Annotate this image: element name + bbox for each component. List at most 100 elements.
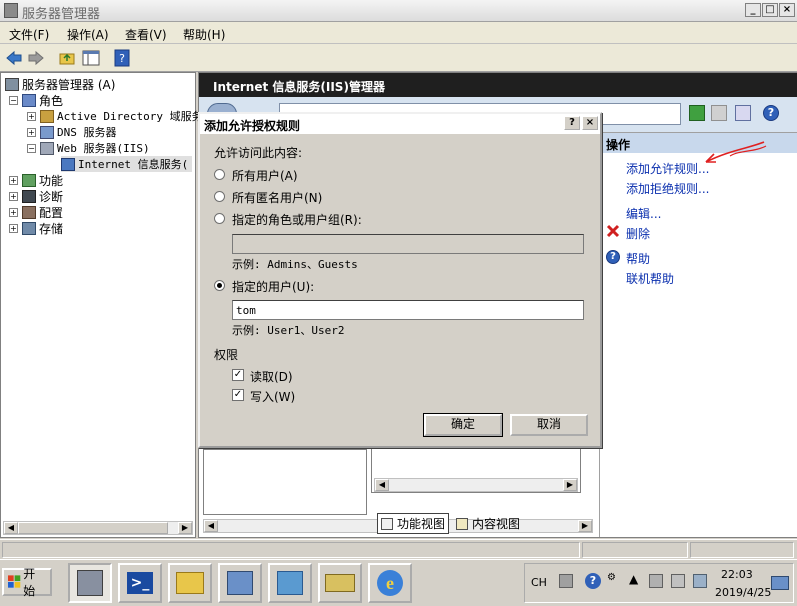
flag-icon[interactable] xyxy=(671,574,685,588)
taskbar-control-panel[interactable] xyxy=(268,563,312,603)
expand-icon[interactable]: + xyxy=(9,175,18,185)
menu-help[interactable]: 帮助(H) xyxy=(183,26,225,43)
start-label: 开始 xyxy=(23,567,36,598)
tree-item-storage[interactable]: + 存储 xyxy=(9,220,63,236)
radio-roles-groups[interactable] xyxy=(214,213,225,224)
radio-anonymous-users[interactable] xyxy=(214,191,225,202)
show-desktop-icon[interactable] xyxy=(771,576,789,590)
expand-icon[interactable]: + xyxy=(9,223,18,233)
folder-icon xyxy=(176,572,204,594)
close-button[interactable]: × xyxy=(779,3,795,17)
refresh-icon[interactable] xyxy=(689,105,705,121)
help-link[interactable]: 帮助 xyxy=(626,250,650,267)
read-checkbox[interactable]: ✓ xyxy=(232,369,244,381)
clock-time[interactable]: 22:03 xyxy=(721,568,753,581)
server-manager-icon xyxy=(77,570,103,596)
maximize-button[interactable]: □ xyxy=(762,3,778,17)
taskbar-ie[interactable]: e xyxy=(368,563,412,603)
menu-file[interactable]: 文件(F) xyxy=(9,26,49,43)
menu-action[interactable]: 操作(A) xyxy=(67,26,109,43)
radio-all-users[interactable] xyxy=(214,169,225,180)
back-arrow-icon[interactable] xyxy=(5,49,23,67)
tab-content-view[interactable]: 内容视图 xyxy=(453,514,523,533)
collapse-icon[interactable]: − xyxy=(9,95,18,105)
scroll-left-arrow-icon[interactable]: ◀ xyxy=(4,522,18,534)
tree-item-ad-ds[interactable]: + Active Directory 域服务 xyxy=(27,108,203,124)
delete-link[interactable]: 删除 xyxy=(626,225,650,242)
help-dropdown-icon[interactable]: ? xyxy=(763,105,779,121)
tree-item-web-server[interactable]: − Web 服务器(IIS) xyxy=(27,140,150,156)
expand-icon[interactable]: + xyxy=(27,111,36,121)
online-help-link[interactable]: 联机帮助 xyxy=(626,270,674,287)
network-tray-icon[interactable] xyxy=(693,574,707,588)
books-icon xyxy=(325,574,355,592)
content-horizontal-scrollbar[interactable]: ◀ ▶ xyxy=(374,478,578,492)
server-manager-icon xyxy=(5,77,19,91)
tree-item-dns[interactable]: + DNS 服务器 xyxy=(27,124,117,140)
expand-icon[interactable]: + xyxy=(9,191,18,201)
expand-tray-icon[interactable]: ▲ xyxy=(629,572,638,586)
tray-options-icon[interactable]: ⚙ xyxy=(607,572,616,583)
permissions-label: 权限 xyxy=(214,348,239,362)
taskbar-network[interactable] xyxy=(218,563,262,603)
help-tray-icon[interactable]: ? xyxy=(585,573,601,589)
tree-label: Web 服务器(IIS) xyxy=(57,142,150,155)
menu-view[interactable]: 查看(V) xyxy=(125,26,167,43)
read-label: 读取(D) xyxy=(250,370,293,384)
roles-input[interactable] xyxy=(232,234,584,254)
taskbar-explorer[interactable] xyxy=(168,563,212,603)
tree-item-configuration[interactable]: + 配置 xyxy=(9,204,63,220)
taskbar-server-manager[interactable] xyxy=(68,563,112,603)
server-manager-app-icon xyxy=(4,3,18,18)
add-deny-rule-link[interactable]: 添加拒绝规则... xyxy=(626,180,709,197)
tab-feature-view[interactable]: 功能视图 xyxy=(377,513,450,534)
scroll-right-arrow-icon[interactable]: ▶ xyxy=(578,520,592,532)
taskbar: 开始 >_ e CH ? ⚙ ▲ 22:03 2019/4/25 xyxy=(0,559,797,606)
up-folder-icon[interactable] xyxy=(58,49,76,67)
home-icon[interactable] xyxy=(735,105,751,121)
tree-item-features[interactable]: + 功能 xyxy=(9,172,63,188)
tree-item-roles[interactable]: − 角色 xyxy=(9,92,63,108)
scroll-thumb[interactable] xyxy=(18,522,168,534)
scroll-right-arrow-icon[interactable]: ▶ xyxy=(178,522,192,534)
forward-arrow-icon[interactable] xyxy=(27,49,45,67)
minimize-button[interactable]: _ xyxy=(745,3,761,17)
taskbar-books[interactable] xyxy=(318,563,362,603)
dialog-help-button[interactable]: ? xyxy=(564,116,580,130)
dialog-close-button[interactable]: × xyxy=(582,116,598,130)
status-cell-main xyxy=(2,542,580,558)
expand-icon[interactable]: + xyxy=(9,207,18,217)
stop-icon[interactable] xyxy=(711,105,727,121)
feature-view-icon xyxy=(381,517,393,530)
cancel-button[interactable]: 取消 xyxy=(510,414,588,436)
users-input[interactable]: tom xyxy=(232,300,584,320)
write-checkbox[interactable]: ✓ xyxy=(232,389,244,401)
language-indicator[interactable]: CH xyxy=(531,576,547,589)
ok-button[interactable]: 确定 xyxy=(423,413,503,437)
show-hide-tree-icon[interactable] xyxy=(82,49,100,67)
volume-muted-icon[interactable] xyxy=(649,574,663,588)
dialog-title: 添加允许授权规则 xyxy=(200,114,600,134)
scroll-right-arrow-icon[interactable]: ▶ xyxy=(563,479,577,491)
clock-date[interactable]: 2019/4/25 xyxy=(715,586,771,599)
taskbar-powershell[interactable]: >_ xyxy=(118,563,162,603)
help-book-icon[interactable]: ? xyxy=(113,49,131,67)
collapse-icon[interactable]: − xyxy=(27,143,36,153)
tree-label: DNS 服务器 xyxy=(57,126,117,139)
network-icon xyxy=(227,571,253,595)
scroll-left-arrow-icon[interactable]: ◀ xyxy=(204,520,218,532)
scroll-left-arrow-icon[interactable]: ◀ xyxy=(375,479,389,491)
storage-icon xyxy=(22,221,36,235)
tree-horizontal-scrollbar[interactable]: ◀ ▶ xyxy=(3,521,193,535)
tree-item-server-manager[interactable]: 服务器管理器 (A) xyxy=(5,76,115,92)
expand-icon[interactable]: + xyxy=(27,127,36,137)
tree-label: 存储 xyxy=(39,221,64,236)
tree-item-iis[interactable]: Internet 信息服务( xyxy=(61,156,193,172)
write-label: 写入(W) xyxy=(250,390,296,404)
edit-link[interactable]: 编辑... xyxy=(626,205,661,222)
start-button[interactable]: 开始 xyxy=(2,567,52,598)
keyboard-icon[interactable] xyxy=(559,574,573,588)
radio-specified-users[interactable] xyxy=(214,280,225,291)
tree-item-diagnostics[interactable]: + 诊断 xyxy=(9,188,63,204)
add-allow-rule-link[interactable]: 添加允许规则... xyxy=(626,160,709,177)
